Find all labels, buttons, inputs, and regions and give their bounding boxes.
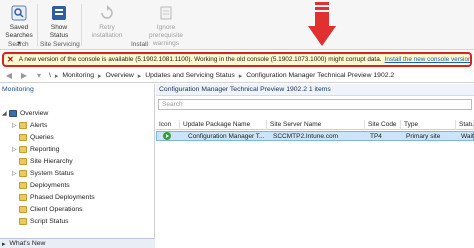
column-site-code[interactable]: Site Code [365, 120, 401, 130]
column-site-server[interactable]: Site Server Name [267, 120, 365, 130]
tree-item-label: Overview [20, 109, 49, 117]
tree-item-label: System Status [30, 169, 74, 177]
pane-header: Monitoring [2, 86, 34, 93]
folder-icon [19, 121, 27, 129]
breadcrumb-monitoring[interactable]: Monitoring [62, 72, 94, 79]
folder-icon [19, 133, 27, 141]
overview-icon [9, 109, 17, 117]
folder-icon [19, 145, 27, 153]
tree-item-system-status[interactable]: ▷ System Status [12, 168, 74, 178]
breadcrumb-separator: ▸ [137, 72, 142, 80]
cell-site-server: SCCMTP2.Intune.com [273, 133, 339, 140]
breadcrumb-root[interactable]: \ [49, 72, 51, 79]
tree-item-reporting[interactable]: ▷ Reporting [12, 144, 59, 154]
back-icon[interactable]: ◀ [3, 70, 15, 82]
retry-icon [101, 5, 113, 19]
tree-item-label: Deployments [30, 181, 70, 189]
whats-new-icon: ▸ [2, 240, 6, 248]
folder-icon [19, 181, 27, 189]
whats-new-section[interactable]: ▸ What's New [0, 238, 155, 248]
show-status-button[interactable]: Show Status [44, 4, 74, 40]
tree-item-label: Queries [30, 133, 54, 141]
close-icon[interactable]: ✕ [7, 55, 14, 64]
pane-title: Configuration Manager Technical Preview … [156, 84, 474, 96]
retry-label: Retry installation [91, 24, 123, 39]
tree-item-phased-deployments[interactable]: Phased Deployments [19, 192, 95, 202]
folder-icon [19, 169, 27, 177]
retry-installation-button[interactable]: Retry installation [86, 4, 128, 40]
column-icon[interactable]: Icon [156, 120, 180, 130]
show-status-label: Show Status [49, 24, 69, 39]
status-play-icon [163, 132, 171, 140]
table-row[interactable]: Configuration Manager T... SCCMTP2.Intun… [156, 131, 474, 141]
ribbon-divider [81, 4, 82, 46]
tree-item-script-status[interactable]: Script Status [19, 216, 69, 226]
folder-icon [19, 205, 27, 213]
show-status-icon [52, 6, 66, 20]
cell-status: Waiti [461, 133, 474, 140]
folder-icon [19, 217, 27, 225]
details-pane: Configuration Manager Technical Preview … [156, 84, 474, 248]
collapse-icon[interactable]: ◢ [2, 110, 9, 117]
tree-item-overview[interactable]: ◢ Overview [2, 108, 48, 118]
install-console-link[interactable]: Install the new console version [385, 56, 470, 63]
down-arrow-icon [308, 2, 336, 46]
breadcrumb-separator: ▸ [54, 72, 59, 80]
folder-icon [19, 157, 27, 165]
cell-site-code: TP4 [370, 133, 382, 140]
notification-message: A new version of the console is availabl… [18, 56, 382, 63]
tree-item-label: Script Status [30, 217, 69, 225]
saved-searches-icon [11, 5, 27, 21]
console-update-notification: ✕ A new version of the console is availa… [2, 52, 472, 67]
ribbon: Saved Searches ▾ Search Show Status Site… [0, 0, 474, 50]
breadcrumb-separator: ▸ [98, 72, 102, 80]
search-group-label: Search [8, 41, 29, 48]
navigation-pane: Monitoring ◢ Overview ▷ Alerts Queries ▷… [0, 84, 155, 248]
site-servicing-group-label: Site Servicing [40, 41, 80, 48]
tree-item-label: Site Hierarchy [30, 157, 73, 165]
tree-item-label: Phased Deployments [30, 193, 95, 201]
tree-item-client-operations[interactable]: Client Operations [19, 204, 83, 214]
tree-item-label: Client Operations [30, 205, 83, 213]
breadcrumb-overview[interactable]: Overview [105, 72, 133, 79]
tree-item-label: Alerts [30, 121, 48, 129]
column-type[interactable]: Type [401, 120, 456, 130]
expand-icon[interactable]: ▷ [12, 122, 19, 129]
expand-icon[interactable]: ▷ [12, 170, 19, 177]
tree-item-deployments[interactable]: Deployments [19, 180, 70, 190]
install-group-label: Install [131, 41, 148, 48]
column-package-name[interactable]: Update Package Name [180, 120, 267, 130]
breadcrumb-separator: ▸ [238, 72, 243, 80]
folder-up-icon[interactable]: ▾ [33, 70, 45, 82]
breadcrumb-updates[interactable]: Updates and Servicing Status [145, 72, 235, 79]
tree-item-queries[interactable]: Queries [19, 132, 54, 142]
tree-item-alerts[interactable]: ▷ Alerts [12, 120, 47, 130]
forward-icon[interactable]: ▶ [18, 70, 30, 82]
breadcrumb-current[interactable]: Configuration Manager Technical Preview … [246, 72, 394, 79]
table-header: Icon Update Package Name Site Server Nam… [156, 120, 474, 130]
search-input[interactable]: Search [158, 99, 472, 110]
cell-package-name: Configuration Manager T... [188, 133, 265, 140]
folder-icon [19, 193, 27, 201]
column-status[interactable]: Status [456, 120, 474, 130]
breadcrumb: ◀ ▶ ▾ \ ▸ Monitoring ▸ Overview ▸ Update… [0, 69, 474, 83]
whats-new-label: What's New [9, 240, 46, 247]
ignore-warnings-icon [160, 6, 172, 20]
expand-icon[interactable]: ▷ [12, 146, 19, 153]
tree-item-label: Reporting [30, 145, 60, 153]
cell-type: Primary site [406, 133, 441, 140]
ribbon-divider [37, 4, 38, 46]
tree-item-site-hierarchy[interactable]: Site Hierarchy [19, 156, 73, 166]
